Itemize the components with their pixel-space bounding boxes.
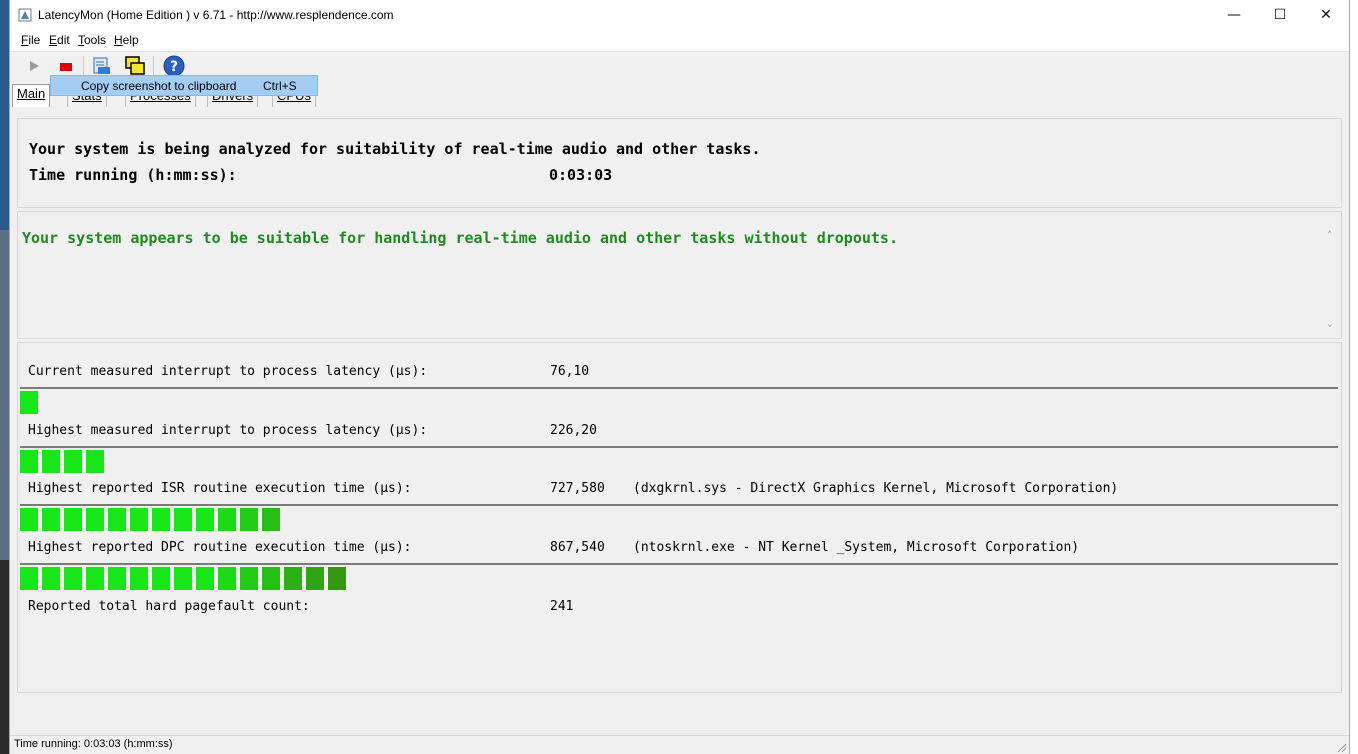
metric-source: (ntoskrnl.exe - NT Kernel _System, Micro… <box>633 540 1080 555</box>
svg-text:?: ? <box>170 59 178 75</box>
metric-label: Highest measured interrupt to process la… <box>28 423 428 438</box>
resize-grip-icon[interactable] <box>1335 741 1347 753</box>
bar-segment <box>130 567 150 590</box>
bar-segment <box>306 567 326 590</box>
analysis-status-text: Your system is being analyzed for suitab… <box>29 140 761 158</box>
metric-label: Highest reported DPC routine execution t… <box>28 540 412 555</box>
menu-file-rest: ile <box>28 33 41 47</box>
metric-label: Current measured interrupt to process la… <box>28 364 428 379</box>
menu-edit-rest: dit <box>57 33 70 47</box>
menu-edit-key: E <box>49 33 58 47</box>
bar-segment <box>86 508 106 531</box>
tab-main[interactable]: Main <box>12 84 51 107</box>
status-bar: Time running: 0:03:03 (h:mm:ss) <box>10 735 1349 754</box>
bar-segment <box>196 567 216 590</box>
window-title: LatencyMon (Home Edition ) v 6.71 - http… <box>38 8 394 22</box>
bar-segment <box>174 508 194 531</box>
maximize-button[interactable]: ☐ <box>1257 0 1303 31</box>
bar-segment <box>20 391 40 414</box>
bar-segment <box>262 567 282 590</box>
desktop-background-right <box>1350 0 1358 754</box>
tooltip: Copy screenshot to clipboard Ctrl+S <box>50 75 318 96</box>
metric-value: 867,540 <box>550 540 605 555</box>
time-running-label: Time running (h:mm:ss): <box>29 166 237 184</box>
latency-bar <box>20 387 1338 414</box>
tooltip-shortcut: Ctrl+S <box>263 79 297 93</box>
bar-segment <box>20 567 40 590</box>
title-bar: LatencyMon (Home Edition ) v 6.71 - http… <box>10 0 1349 31</box>
metric-value: 241 <box>550 599 574 614</box>
menu-bar: File Edit Tools Help <box>10 31 1349 52</box>
play-icon[interactable] <box>22 54 46 78</box>
menu-help[interactable]: Help <box>114 33 139 47</box>
bar-segment <box>42 450 62 473</box>
verdict-message: Your system appears to be suitable for h… <box>22 229 898 247</box>
metric-value: 727,580 <box>550 481 605 496</box>
verdict-scrollbar[interactable]: ˄ ˅ <box>1324 227 1341 338</box>
latency-bar <box>20 563 1338 590</box>
metric-value: 76,10 <box>550 364 590 379</box>
bar-segment <box>86 567 106 590</box>
analysis-status-panel: Your system is being analyzed for suitab… <box>17 118 1342 208</box>
bar-segment <box>130 508 150 531</box>
scroll-up-icon[interactable]: ˄ <box>1327 229 1333 242</box>
latencymon-window: LatencyMon (Home Edition ) v 6.71 - http… <box>9 0 1350 754</box>
menu-help-key: H <box>114 33 123 47</box>
bar-segment <box>152 508 172 531</box>
bar-segment <box>196 508 216 531</box>
bar-segment <box>20 450 40 473</box>
bar-segment <box>262 508 282 531</box>
metric-source: (dxgkrnl.sys - DirectX Graphics Kernel, … <box>633 481 1119 496</box>
latency-bar <box>20 446 1338 473</box>
metrics-panel: Current measured interrupt to process la… <box>17 342 1342 693</box>
bar-segment <box>240 508 260 531</box>
bar-segment <box>284 567 304 590</box>
metric-value: 226,20 <box>550 423 597 438</box>
bar-segment <box>218 508 238 531</box>
scroll-down-icon[interactable]: ˅ <box>1327 323 1333 336</box>
minimize-button[interactable]: — <box>1211 0 1257 31</box>
bar-segment <box>328 567 348 590</box>
bar-segment <box>42 567 62 590</box>
menu-tools-rest: ools <box>84 33 107 47</box>
bar-segment <box>64 450 84 473</box>
metric-label: Reported total hard pagefault count: <box>28 599 310 614</box>
bar-segment <box>64 567 84 590</box>
menu-file[interactable]: File <box>21 33 40 47</box>
bar-segment <box>64 508 84 531</box>
close-button[interactable]: ✕ <box>1303 0 1349 31</box>
desktop-background <box>0 0 9 754</box>
bar-segment <box>42 508 62 531</box>
bar-segment <box>218 567 238 590</box>
menu-help-rest: elp <box>122 33 139 47</box>
latency-bar <box>20 504 1338 531</box>
bar-segment <box>108 567 128 590</box>
app-icon <box>18 8 32 22</box>
metric-label: Highest reported ISR routine execution t… <box>28 481 412 496</box>
status-bar-text: Time running: 0:03:03 (h:mm:ss) <box>14 738 173 750</box>
menu-tools[interactable]: Tools <box>78 33 106 47</box>
tooltip-label: Copy screenshot to clipboard <box>81 79 237 93</box>
bar-segment <box>20 508 40 531</box>
menu-edit[interactable]: Edit <box>49 33 70 47</box>
time-running-value: 0:03:03 <box>549 166 613 184</box>
bar-segment <box>174 567 194 590</box>
bar-segment <box>240 567 260 590</box>
bar-segment <box>108 508 128 531</box>
verdict-panel: Your system appears to be suitable for h… <box>17 211 1342 339</box>
bar-segment <box>152 567 172 590</box>
bar-segment <box>86 450 106 473</box>
